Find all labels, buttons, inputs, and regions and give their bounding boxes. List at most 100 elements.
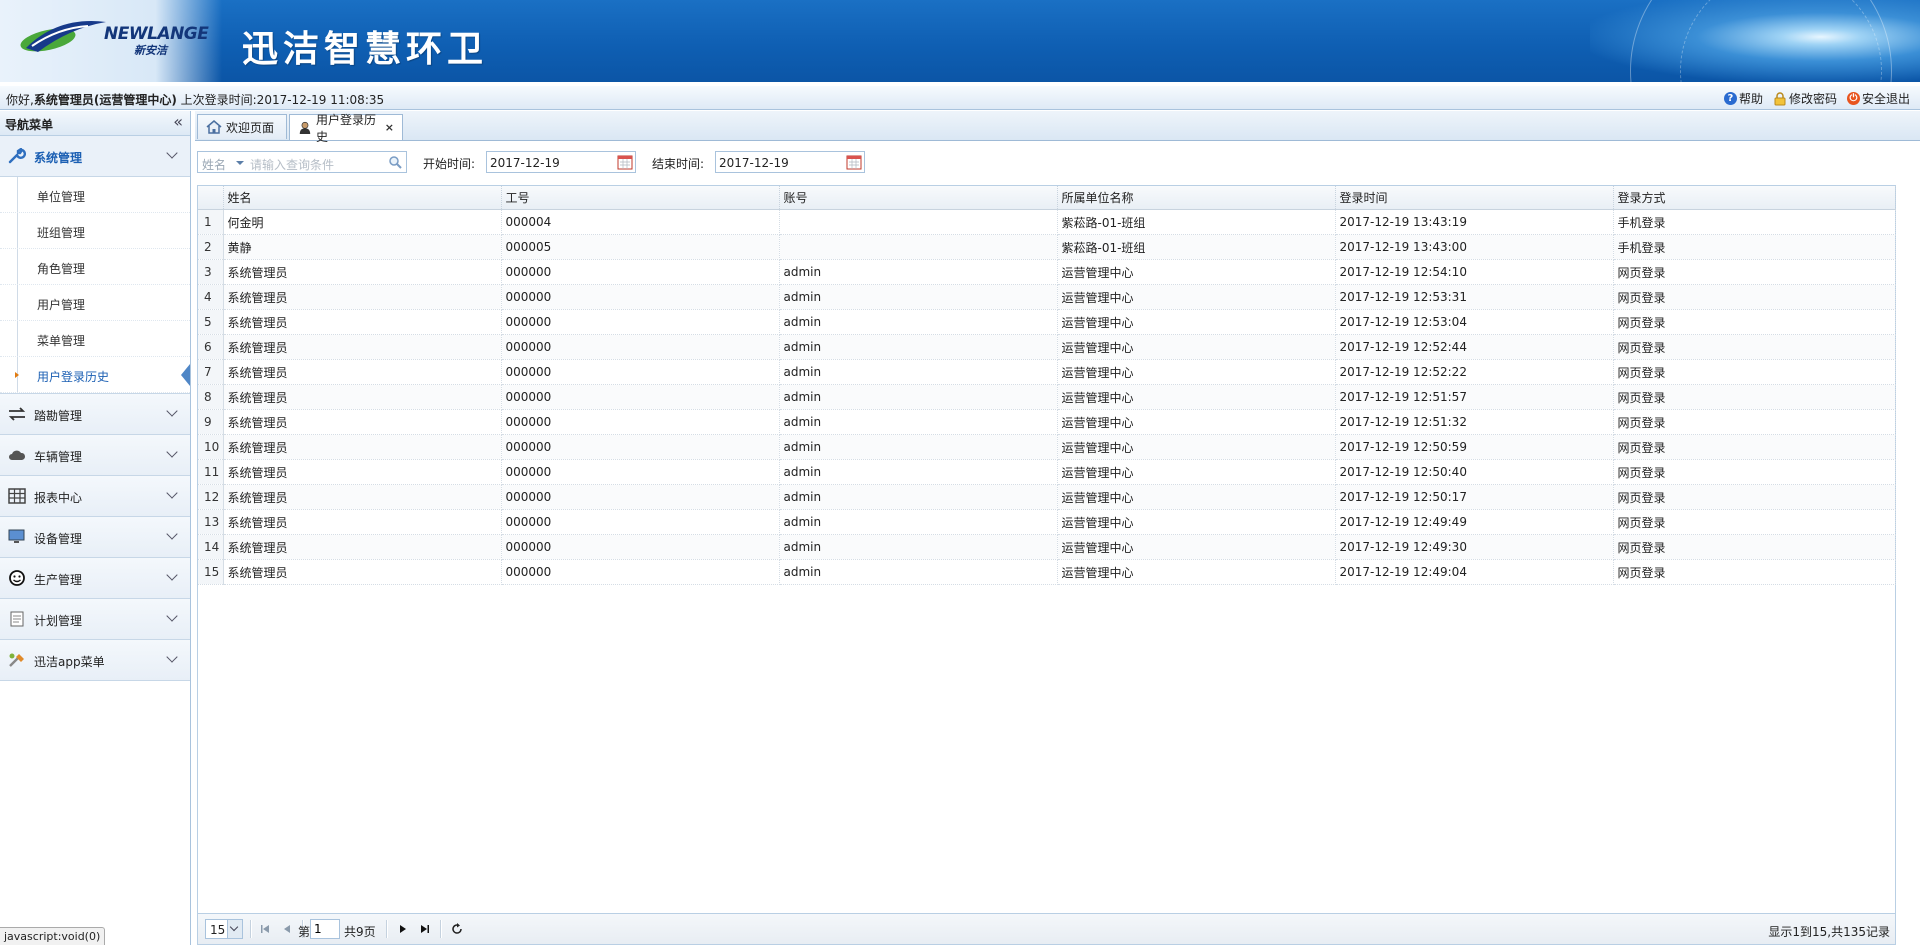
table-cell: 2017-12-19 12:51:32 (1335, 409, 1614, 435)
power-icon: ⏻ (1846, 92, 1860, 105)
collapse-sidebar-icon[interactable]: « (173, 112, 183, 131)
table-row[interactable]: 6 系统管理员 000000 admin 运营管理中心 2017-12-19 12:52:… (198, 334, 1896, 360)
table-row[interactable]: 8 系统管理员 000000 admin 运营管理中心 2017-12-19 12:51:… (198, 384, 1896, 410)
table-row[interactable]: 15 系统管理员 000000 admin 运营管理中心 2017-12-19 12:49… (198, 559, 1896, 585)
document-icon (10, 611, 24, 627)
table-cell: 网页登录 (1613, 334, 1896, 360)
table-row[interactable]: 13 系统管理员 000000 admin 运营管理中心 2017-12-19 12:49… (198, 509, 1896, 535)
page-size-value: 15 (210, 923, 226, 937)
change-password-link[interactable]: 修改密码 (1773, 90, 1837, 107)
table-cell: 运营管理中心 (1057, 459, 1336, 485)
sidebar-item-role[interactable]: 角色管理 (0, 249, 190, 285)
calendar-icon[interactable] (617, 154, 633, 170)
dropdown-arrow-icon[interactable] (236, 161, 244, 165)
table-row[interactable]: 7 系统管理员 000000 admin 运营管理中心 2017-12-19 12:52:… (198, 359, 1896, 385)
table-row[interactable]: 14 系统管理员 000000 admin 运营管理中心 2017-12-19 12:49… (198, 534, 1896, 560)
menu-group-plan[interactable]: 计划管理 (0, 599, 190, 640)
search-field-select[interactable]: 姓名 (202, 156, 226, 173)
column-header[interactable]: 所属单位名称 (1057, 186, 1336, 210)
table-row[interactable]: 4 系统管理员 000000 admin 运营管理中心 2017-12-19 12:53:… (198, 284, 1896, 310)
page-prefix-label: 第 (298, 925, 311, 939)
table-cell: 运营管理中心 (1057, 559, 1336, 585)
table-row[interactable]: 9 系统管理员 000000 admin 运营管理中心 2017-12-19 12:51:… (198, 409, 1896, 435)
column-header[interactable]: 账号 (779, 186, 1058, 210)
table-row[interactable]: 3 系统管理员 000000 admin 运营管理中心 2017-12-19 12:54:… (198, 259, 1896, 285)
table-cell: 系统管理员 (223, 559, 502, 585)
table-cell: 系统管理员 (223, 334, 502, 360)
table-cell: 网页登录 (1613, 409, 1896, 435)
sidebar-item-team[interactable]: 班组管理 (0, 213, 190, 249)
table-cell: admin (779, 559, 1058, 585)
menu-group-app-menu[interactable]: 迅洁app菜单 (0, 640, 190, 681)
page-total-label: 共9页 (344, 925, 376, 939)
table-row[interactable]: 12 系统管理员 000000 admin 运营管理中心 2017-12-19 12:50… (198, 484, 1896, 510)
table-cell: 系统管理员 (223, 409, 502, 435)
sidebar-item-unit[interactable]: 单位管理 (0, 177, 190, 213)
table-cell: admin (779, 384, 1058, 410)
logo: NEWLANGE 新安洁 (0, 0, 222, 82)
table-row[interactable]: 10 系统管理员 000000 admin 运营管理中心 2017-12-19 12:50… (198, 434, 1896, 460)
table-cell: 系统管理员 (223, 284, 502, 310)
table-row[interactable]: 11 系统管理员 000000 admin 运营管理中心 2017-12-19 12:50… (198, 459, 1896, 485)
close-icon[interactable]: × (385, 121, 394, 134)
sidebar-item-user[interactable]: 用户管理 (0, 285, 190, 321)
login-history-table: 姓名 工号 账号 所属单位名称 登录时间 登录方式 1 何金明 000004 紫菘路-… (197, 185, 1896, 914)
row-number: 2 (198, 234, 224, 260)
record-count-info: 显示1到15,共135记录 (1768, 925, 1890, 939)
prev-page-icon[interactable] (280, 922, 294, 936)
table-cell: admin (779, 409, 1058, 435)
page-size-select[interactable]: 15 (205, 919, 243, 939)
help-link[interactable]: ? 帮助 (1723, 90, 1763, 107)
menu-group-device[interactable]: 设备管理 (0, 517, 190, 558)
table-row[interactable]: 1 何金明 000004 紫菘路-01-班组 2017-12-19 13:43:19 手机… (198, 209, 1896, 235)
tab-login-history[interactable]: 用户登录历史 × (289, 113, 403, 144)
search-icon[interactable] (388, 155, 402, 169)
table-cell: 紫菘路-01-班组 (1057, 234, 1336, 260)
table-cell (779, 209, 1058, 235)
menu-group-survey[interactable]: 踏勘管理 (0, 394, 190, 435)
submenu-system: 单位管理 班组管理 角色管理 用户管理 菜单管理 用户登录历史 (0, 177, 190, 394)
sidebar-item-label: 用户管理 (37, 298, 86, 312)
table-cell: 网页登录 (1613, 359, 1896, 385)
table-cell: 网页登录 (1613, 484, 1896, 510)
first-page-icon[interactable] (258, 922, 272, 936)
next-page-icon[interactable] (396, 922, 410, 936)
column-header[interactable]: 工号 (501, 186, 780, 210)
table-row[interactable]: 5 系统管理员 000000 admin 运营管理中心 2017-12-19 12:53:… (198, 309, 1896, 335)
search-box[interactable]: 姓名 请输入查询条件 (197, 151, 407, 173)
last-page-icon[interactable] (418, 922, 432, 936)
row-number: 4 (198, 284, 224, 310)
cloud-icon (9, 450, 26, 460)
menu-group-report[interactable]: 报表中心 (0, 476, 190, 517)
chevron-down-icon[interactable] (227, 920, 242, 938)
table-cell: 网页登录 (1613, 509, 1896, 535)
menu-group-system[interactable]: 系统管理 (0, 136, 190, 177)
table-cell: 网页登录 (1613, 434, 1896, 460)
end-date-field[interactable]: 2017-12-19 (715, 151, 865, 173)
table-cell: 运营管理中心 (1057, 509, 1336, 535)
menu-group-label: 系统管理 (34, 151, 83, 165)
table-cell: 系统管理员 (223, 259, 502, 285)
logout-link[interactable]: ⏻ 安全退出 (1846, 90, 1910, 107)
sidebar-item-menu[interactable]: 菜单管理 (0, 321, 190, 357)
table-cell: 系统管理员 (223, 484, 502, 510)
menu-group-production[interactable]: 生产管理 (0, 558, 190, 599)
sidebar-item-login-history[interactable]: 用户登录历史 (0, 357, 190, 393)
refresh-icon[interactable] (450, 922, 464, 936)
column-header[interactable]: 登录时间 (1335, 186, 1614, 210)
table-row[interactable]: 2 黄静 000005 紫菘路-01-班组 2017-12-19 13:43:00 手机登… (198, 234, 1896, 260)
monitor-icon (8, 529, 25, 543)
header-banner: NEWLANGE 新安洁 迅洁智慧环卫 (0, 0, 1920, 82)
menu-group-vehicle[interactable]: 车辆管理 (0, 435, 190, 476)
column-header[interactable]: 姓名 (223, 186, 502, 210)
chevron-down-icon (166, 569, 178, 581)
calendar-icon[interactable] (846, 154, 862, 170)
table-cell: 运营管理中心 (1057, 534, 1336, 560)
chevron-down-icon (166, 405, 178, 417)
tab-welcome[interactable]: 欢迎页面 (197, 114, 287, 139)
search-input[interactable]: 请输入查询条件 (250, 156, 334, 173)
column-header[interactable]: 登录方式 (1613, 186, 1896, 210)
start-date-field[interactable]: 2017-12-19 (486, 151, 636, 173)
page-number-input[interactable] (310, 919, 340, 939)
start-time-label: 开始时间: (423, 157, 476, 171)
